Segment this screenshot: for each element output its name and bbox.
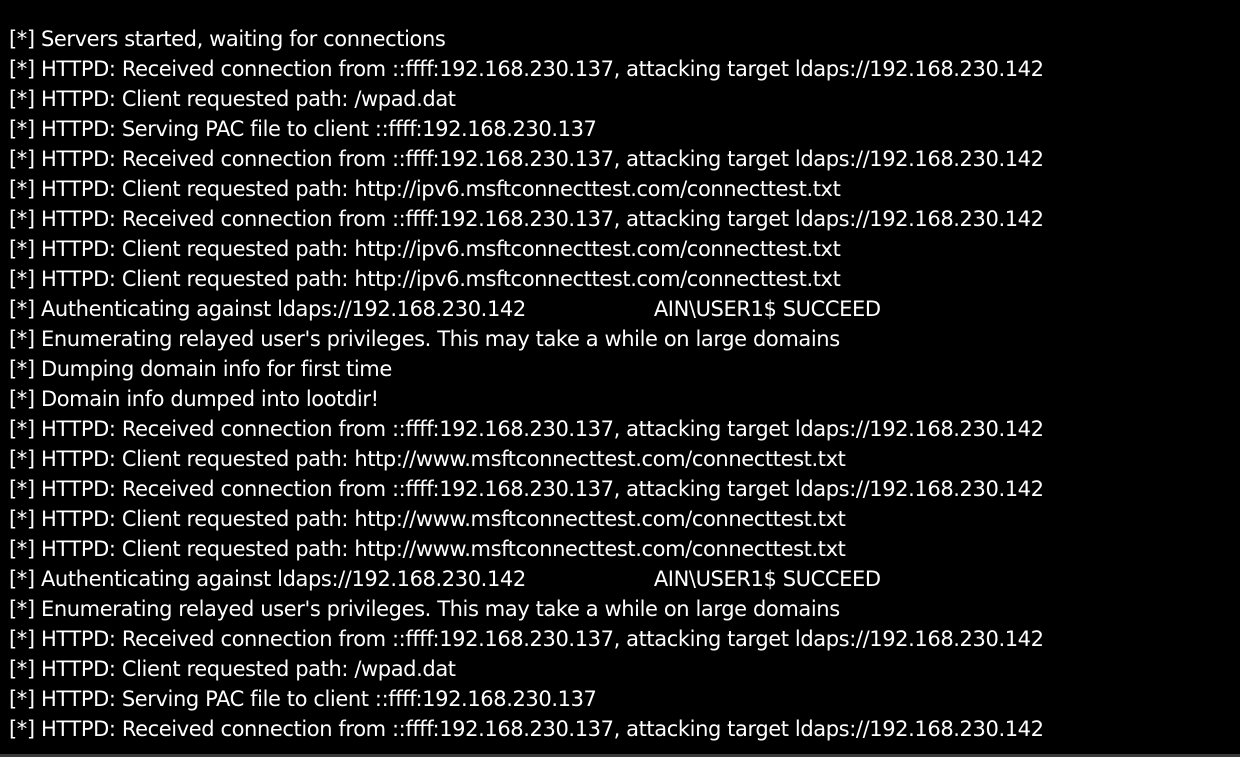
- terminal-line: [*] HTTPD: Client requested path: http:/…: [9, 534, 1044, 564]
- terminal-line: [*] HTTPD: Received connection from ::ff…: [9, 144, 1044, 174]
- terminal-line: [*] HTTPD: Received connection from ::ff…: [9, 474, 1044, 504]
- terminal-line: [*] HTTPD: Client requested path: /wpad.…: [9, 654, 1044, 684]
- terminal-line: [*] Dumping domain info for first time: [9, 354, 1044, 384]
- terminal-line-text: [*] HTTPD: Serving PAC file to client ::…: [9, 687, 597, 711]
- terminal-line-text: [*] HTTPD: Client requested path: http:/…: [9, 177, 841, 201]
- terminal-line: [*] HTTPD: Received connection from ::ff…: [9, 414, 1044, 444]
- terminal-line: [*] Authenticating against ldaps://192.1…: [9, 564, 1044, 594]
- terminal-line-text: [*] HTTPD: Received connection from ::ff…: [9, 627, 1044, 651]
- terminal-line-text: [*] HTTPD: Client requested path: http:/…: [9, 447, 846, 471]
- terminal-output: [*] Servers started, waiting for connect…: [9, 24, 1044, 744]
- terminal-line-text: [*] HTTPD: Client requested path: http:/…: [9, 237, 841, 261]
- terminal-line: [*] Authenticating against ldaps://192.1…: [9, 294, 1044, 324]
- terminal-line: [*] Servers started, waiting for connect…: [9, 24, 1044, 54]
- terminal-line-text: [*] HTTPD: Received connection from ::ff…: [9, 717, 1044, 741]
- terminal-line-tail: AIN\USER1$ SUCCEED: [653, 567, 881, 591]
- terminal-line-text: [*] HTTPD: Client requested path: http:/…: [9, 507, 846, 531]
- terminal-line: [*] HTTPD: Client requested path: http:/…: [9, 264, 1044, 294]
- terminal-line: [*] Enumerating relayed user's privilege…: [9, 594, 1044, 624]
- terminal-line-text: [*] Dumping domain info for first time: [9, 357, 392, 381]
- terminal-line: [*] Enumerating relayed user's privilege…: [9, 324, 1044, 354]
- terminal-line-text: [*] HTTPD: Client requested path: /wpad.…: [9, 657, 456, 681]
- terminal-line-text: [*] Domain info dumped into lootdir!: [9, 387, 379, 411]
- terminal-line-text: [*] Enumerating relayed user's privilege…: [9, 597, 840, 621]
- terminal-line: [*] HTTPD: Received connection from ::ff…: [9, 204, 1044, 234]
- terminal-line-text: [*] HTTPD: Received connection from ::ff…: [9, 477, 1044, 501]
- terminal-line: [*] HTTPD: Client requested path: http:/…: [9, 444, 1044, 474]
- terminal-line-text: [*] Authenticating against ldaps://192.1…: [9, 567, 526, 591]
- terminal-line: [*] HTTPD: Serving PAC file to client ::…: [9, 684, 1044, 714]
- terminal-line-text: [*] HTTPD: Client requested path: http:/…: [9, 267, 841, 291]
- terminal-line-text: [*] HTTPD: Client requested path: /wpad.…: [9, 87, 456, 111]
- terminal-line-text: [*] HTTPD: Serving PAC file to client ::…: [9, 117, 597, 141]
- terminal-line: [*] HTTPD: Serving PAC file to client ::…: [9, 114, 1044, 144]
- terminal-line-text: [*] Authenticating against ldaps://192.1…: [9, 297, 526, 321]
- terminal-line: [*] HTTPD: Received connection from ::ff…: [9, 714, 1044, 744]
- terminal-line: [*] HTTPD: Client requested path: http:/…: [9, 504, 1044, 534]
- terminal-window[interactable]: [*] Servers started, waiting for connect…: [0, 0, 1240, 757]
- terminal-line: [*] HTTPD: Client requested path: /wpad.…: [9, 84, 1044, 114]
- terminal-line-text: [*] Enumerating relayed user's privilege…: [9, 327, 840, 351]
- terminal-line: [*] HTTPD: Received connection from ::ff…: [9, 624, 1044, 654]
- terminal-line-text: [*] HTTPD: Client requested path: http:/…: [9, 537, 846, 561]
- terminal-line-text: [*] HTTPD: Received connection from ::ff…: [9, 207, 1044, 231]
- terminal-line: [*] HTTPD: Client requested path: http:/…: [9, 174, 1044, 204]
- terminal-line: [*] HTTPD: Received connection from ::ff…: [9, 54, 1044, 84]
- terminal-line-text: [*] HTTPD: Received connection from ::ff…: [9, 57, 1044, 81]
- terminal-line-text: [*] HTTPD: Received connection from ::ff…: [9, 147, 1044, 171]
- terminal-line: [*] HTTPD: Client requested path: http:/…: [9, 234, 1044, 264]
- terminal-line: [*] Domain info dumped into lootdir!: [9, 384, 1044, 414]
- terminal-line-text: [*] HTTPD: Received connection from ::ff…: [9, 417, 1044, 441]
- terminal-line-tail: AIN\USER1$ SUCCEED: [653, 297, 881, 321]
- terminal-line-text: [*] Servers started, waiting for connect…: [9, 27, 446, 51]
